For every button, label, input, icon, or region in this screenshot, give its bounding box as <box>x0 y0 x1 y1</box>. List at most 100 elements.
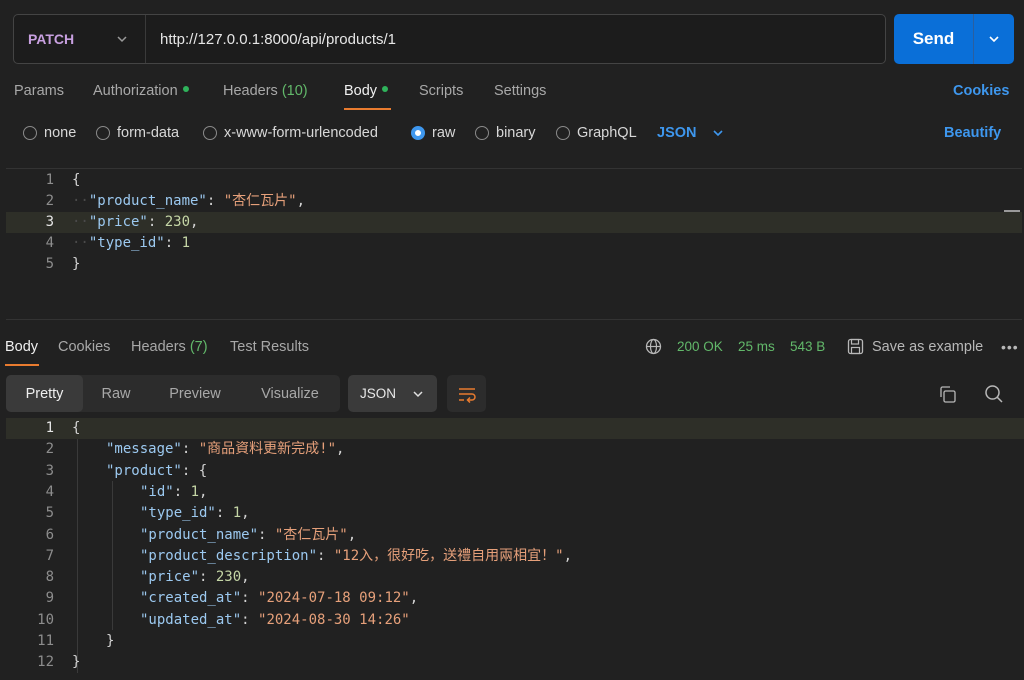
request-body-editor[interactable]: 1{ 2 ··"product_name": "杏仁瓦片", 3 ··"price"… <box>6 168 1022 320</box>
tab-headers-label: Headers <box>223 83 278 99</box>
response-format-select[interactable]: JSON <box>348 375 437 412</box>
tab-params[interactable]: Params <box>14 83 64 99</box>
line-text: "product": { <box>106 462 208 479</box>
active-tab-indicator <box>5 364 39 366</box>
line-text: ··"type_id": 1 <box>72 233 190 254</box>
tab-test-results[interactable]: Test Results <box>230 339 309 355</box>
tab-authorization[interactable]: Authorization <box>93 83 189 99</box>
json-key: "id" <box>140 483 174 500</box>
line-text: { <box>72 172 81 188</box>
send-button[interactable]: Send <box>894 14 974 64</box>
line-text: } <box>72 654 81 671</box>
cookies-link[interactable]: Cookies <box>953 83 1009 99</box>
wrap-lines-icon <box>458 387 476 403</box>
line-number: 4 <box>45 235 54 251</box>
json-number: 230 <box>164 214 191 230</box>
view-visualize[interactable]: Visualize <box>241 375 339 412</box>
radio-circle <box>475 126 489 140</box>
url-input[interactable]: http://127.0.0.1:8000/api/products/1 <box>146 31 396 48</box>
more-options-icon[interactable]: ••• <box>1001 339 1019 355</box>
code-line-current: 3 ··"price": 230, <box>6 212 1022 234</box>
response-format-label: JSON <box>360 386 397 401</box>
status-dot <box>382 86 389 93</box>
line-number: 10 <box>37 611 54 628</box>
search-icon <box>985 385 1003 403</box>
json-separator: : <box>206 193 224 209</box>
send-options-button[interactable] <box>974 14 1014 64</box>
radio-none[interactable]: none <box>23 125 76 141</box>
line-number: 3 <box>45 214 54 230</box>
json-key: "product_name" <box>88 193 207 209</box>
tab-body-label: Body <box>344 83 378 99</box>
radio-binary[interactable]: binary <box>475 125 536 141</box>
code-line: 12} <box>6 652 1024 673</box>
radio-form-data[interactable]: form-data <box>96 125 179 141</box>
response-body-viewer[interactable]: 1{ 2 "message": "商品資料更新完成!", 3 "product": … <box>6 418 1024 680</box>
radio-urlencoded[interactable]: x-www-form-urlencoded <box>203 125 378 141</box>
save-icon <box>847 338 864 355</box>
line-number: 7 <box>45 547 54 564</box>
body-format-select[interactable]: JSON <box>657 125 725 141</box>
json-number: 1 <box>190 483 200 500</box>
url-bar: PATCH http://127.0.0.1:8000/api/products… <box>13 14 886 64</box>
whitespace-marker: ·· <box>72 214 89 230</box>
tab-scripts[interactable]: Scripts <box>419 83 463 99</box>
tab-response-body[interactable]: Body <box>5 339 38 355</box>
json-separator: : <box>164 235 182 251</box>
radio-circle <box>23 126 37 140</box>
line-text: "message": "商品資料更新完成!", <box>106 441 345 458</box>
json-key: "updated_at" <box>140 611 242 628</box>
search-button[interactable] <box>982 382 1006 406</box>
copy-button[interactable] <box>935 382 959 406</box>
line-number: 11 <box>37 633 54 649</box>
line-number: 5 <box>45 505 54 522</box>
radio-circle <box>96 126 110 140</box>
response-size[interactable]: 543 B <box>790 339 825 354</box>
json-string: "2024-08-30 14:26" <box>258 611 410 628</box>
chevron-down-icon <box>117 36 127 43</box>
code-line: 4 ··"type_id": 1 <box>6 233 1022 254</box>
radio-circle <box>203 126 217 140</box>
view-preview[interactable]: Preview <box>149 375 241 412</box>
method-select[interactable]: PATCH <box>14 15 146 63</box>
json-key: "created_at" <box>140 590 242 607</box>
json-key: "product" <box>106 462 182 479</box>
json-string: "杏仁瓦片" <box>223 193 297 209</box>
line-number: 1 <box>45 172 54 188</box>
response-time[interactable]: 25 ms <box>738 339 775 354</box>
wrap-lines-button[interactable] <box>447 375 486 412</box>
line-text: ··"product_name": "杏仁瓦片", <box>72 191 305 212</box>
code-line: 3 "product": { <box>6 461 1024 482</box>
json-string: "12入，很好吃，送禮自用兩相宜！" <box>333 547 564 564</box>
tab-body[interactable]: Body <box>344 83 389 99</box>
beautify-button[interactable]: Beautify <box>944 125 1001 141</box>
json-comma: , <box>296 193 306 209</box>
globe-icon[interactable] <box>645 338 662 355</box>
view-raw[interactable]: Raw <box>83 375 149 412</box>
view-pretty[interactable]: Pretty <box>6 375 83 412</box>
tab-headers[interactable]: Headers (10) <box>223 83 308 99</box>
json-string: "2024-07-18 09:12" <box>258 590 410 607</box>
radio-binary-label: binary <box>496 125 536 141</box>
request-tabs: Params Authorization Headers (10) Body S… <box>0 78 1024 110</box>
body-type-selector: none form-data x-www-form-urlencoded raw… <box>0 124 1024 146</box>
line-text: "type_id": 1, <box>140 505 250 522</box>
chevron-down-icon <box>989 36 999 43</box>
radio-raw[interactable]: raw <box>411 125 455 141</box>
tab-response-cookies[interactable]: Cookies <box>58 339 110 355</box>
tab-settings[interactable]: Settings <box>494 83 546 99</box>
json-key: "type_id" <box>88 235 165 251</box>
copy-icon <box>939 385 956 403</box>
method-label: PATCH <box>28 31 75 47</box>
line-number: 9 <box>45 590 54 607</box>
save-as-example-button[interactable]: Save as example <box>847 338 983 355</box>
radio-graphql[interactable]: GraphQL <box>556 125 637 141</box>
active-tab-indicator <box>344 108 391 110</box>
tab-response-headers[interactable]: Headers (7) <box>131 339 208 355</box>
status-code[interactable]: 200 OK <box>677 339 723 354</box>
line-text: } <box>72 256 81 272</box>
radio-circle-selected <box>411 126 425 140</box>
code-line: 2 ··"product_name": "杏仁瓦片", <box>6 191 1022 212</box>
line-number: 6 <box>45 526 54 543</box>
json-key: "message" <box>106 441 182 458</box>
